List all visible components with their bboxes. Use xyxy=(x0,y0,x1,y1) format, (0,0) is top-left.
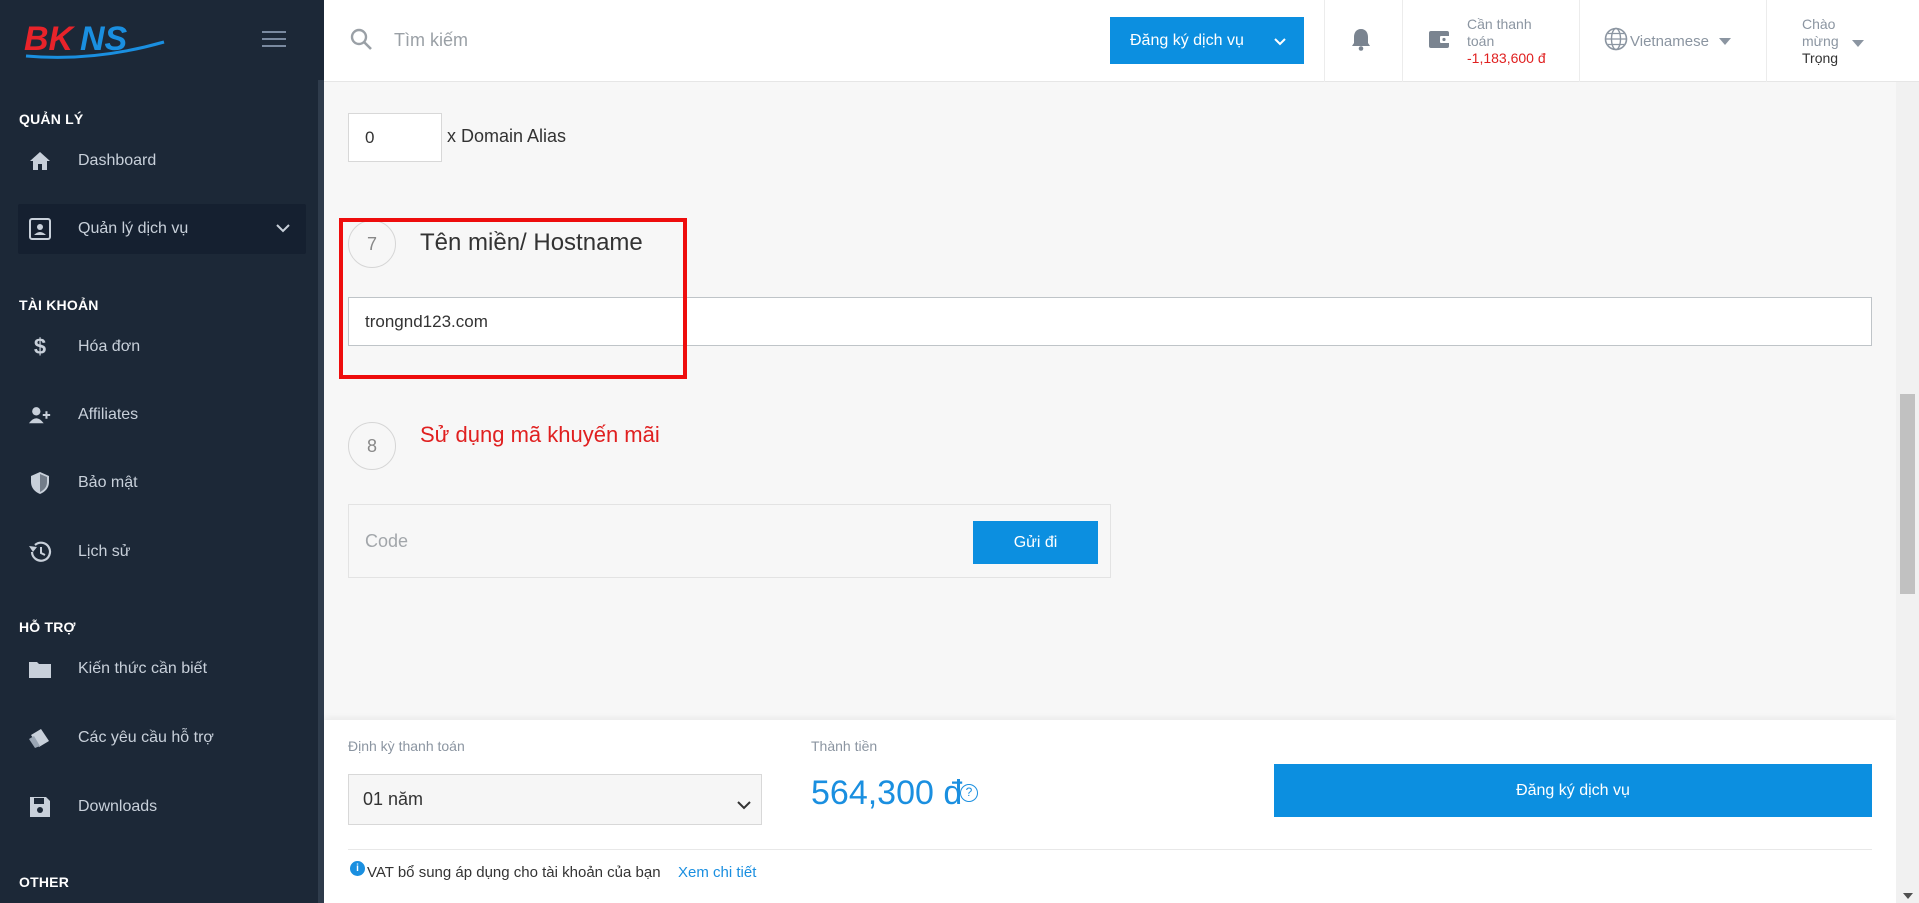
divider xyxy=(1579,0,1580,82)
order-summary-bar: Định kỳ thanh toán 01 năm Thành tiền 564… xyxy=(324,720,1896,903)
sidebar-item-label: Kiến thức cần biết xyxy=(78,660,208,677)
chevron-down-icon xyxy=(737,794,751,815)
register-service-dropdown-button[interactable]: Đăng ký dịch vụ xyxy=(1110,17,1304,64)
search-input[interactable] xyxy=(394,24,794,56)
chevron-down-icon xyxy=(1274,34,1286,52)
vat-notice: VAT bổ sung áp dụng cho tài khoản của bạ… xyxy=(367,864,661,881)
sidebar-item-history[interactable]: Lịch sử xyxy=(18,527,306,577)
notification-bell-icon[interactable] xyxy=(1350,27,1372,56)
save-icon xyxy=(28,795,52,819)
section-title-support: HỖ TRỢ xyxy=(19,619,76,635)
home-icon xyxy=(28,149,52,173)
sidebar-item-label: Dashboard xyxy=(78,152,157,169)
language-selector[interactable]: Vietnamese xyxy=(1604,27,1731,55)
sidebar: BK NS QUẢN LÝ Dashboard Quản lý dịch vụ … xyxy=(0,0,324,903)
sidebar-item-label: Bảo mật xyxy=(78,474,138,491)
sidebar-item-downloads[interactable]: Downloads xyxy=(18,782,306,832)
promo-code-section-title[interactable]: Sử dụng mã khuyến mãi xyxy=(420,422,660,448)
divider xyxy=(348,849,1872,850)
sidebar-item-dashboard[interactable]: Dashboard xyxy=(18,136,306,186)
svg-text:BK: BK xyxy=(24,20,76,58)
step-number-7: 7 xyxy=(348,220,396,268)
bkns-logo[interactable]: BK NS xyxy=(24,18,174,60)
billing-cycle-value: 01 năm xyxy=(363,789,424,809)
folder-icon xyxy=(28,657,52,681)
hostname-input[interactable] xyxy=(348,297,1872,346)
add-user-icon xyxy=(28,403,52,427)
dollar-icon: $ xyxy=(33,334,47,359)
sidebar-item-label: Quản lý dịch vụ xyxy=(78,220,189,237)
register-service-button[interactable]: Đăng ký dịch vụ xyxy=(1274,764,1872,817)
send-code-button[interactable]: Gửi đi xyxy=(973,521,1098,564)
sidebar-item-label: Các yêu cầu hỗ trợ xyxy=(78,729,214,746)
section-title-manage: QUẢN LÝ xyxy=(19,111,84,127)
divider xyxy=(1402,0,1403,82)
balance-label: Cần thanh toán xyxy=(1467,16,1532,49)
section-title-other: OTHER xyxy=(19,874,69,890)
caret-down-icon[interactable] xyxy=(1852,35,1864,53)
tickets-icon xyxy=(28,726,52,750)
shield-icon xyxy=(28,471,52,495)
menu-toggle-icon[interactable] xyxy=(262,31,286,49)
page-scrollbar[interactable] xyxy=(1896,82,1919,903)
language-label: Vietnamese xyxy=(1630,32,1709,50)
wallet-icon xyxy=(1428,28,1452,55)
register-service-label: Đăng ký dịch vụ xyxy=(1130,31,1244,49)
sidebar-item-label: Downloads xyxy=(78,798,158,815)
billing-cycle-label: Định kỳ thanh toán xyxy=(348,738,465,754)
hostname-section-title: Tên miền/ Hostname xyxy=(420,229,643,256)
scroll-down-arrow-icon[interactable] xyxy=(1903,893,1913,899)
section-title-account: TÀI KHOẢN xyxy=(19,297,99,313)
sidebar-item-knowledge-base[interactable]: Kiến thức cần biết xyxy=(18,644,306,694)
scrollbar-thumb[interactable] xyxy=(1900,394,1915,594)
topbar: Đăng ký dịch vụ Cần thanh toán -1,183,60… xyxy=(324,0,1919,82)
contact-card-icon xyxy=(28,217,52,241)
domain-alias-label: x Domain Alias xyxy=(447,126,567,146)
sidebar-item-label: Lịch sử xyxy=(78,543,131,560)
divider xyxy=(1324,0,1325,82)
step-number-8: 8 xyxy=(348,422,396,470)
info-icon: i xyxy=(350,861,365,876)
sidebar-item-affiliates[interactable]: Affiliates xyxy=(18,390,306,440)
help-icon[interactable]: ? xyxy=(960,784,978,802)
billing-cycle-select[interactable]: 01 năm xyxy=(348,774,762,825)
search-icon xyxy=(350,28,372,55)
sidebar-item-label: Hóa đơn xyxy=(78,338,141,355)
sidebar-item-label: Affiliates xyxy=(78,406,139,423)
chevron-down-icon xyxy=(276,220,290,238)
history-icon xyxy=(28,540,52,564)
promo-code-input[interactable] xyxy=(365,523,765,559)
vat-details-link[interactable]: Xem chi tiết xyxy=(678,864,756,881)
divider xyxy=(1766,0,1767,82)
total-label: Thành tiền xyxy=(811,738,878,754)
sidebar-item-security[interactable]: Bảo mật xyxy=(18,458,306,508)
caret-down-icon xyxy=(1718,33,1731,50)
sidebar-item-service-management[interactable]: Quản lý dịch vụ xyxy=(18,204,306,254)
globe-icon xyxy=(1604,27,1628,55)
sidebar-item-invoices[interactable]: $ Hóa đơn xyxy=(18,322,306,372)
domain-alias-count-input[interactable] xyxy=(348,113,442,162)
promo-code-panel: Gửi đi xyxy=(348,504,1111,578)
total-price: 564,300 đ xyxy=(811,774,963,812)
balance-value[interactable]: -1,183,600 đ xyxy=(1467,50,1546,66)
sidebar-item-support-tickets[interactable]: Các yêu cầu hỗ trợ xyxy=(18,713,306,763)
